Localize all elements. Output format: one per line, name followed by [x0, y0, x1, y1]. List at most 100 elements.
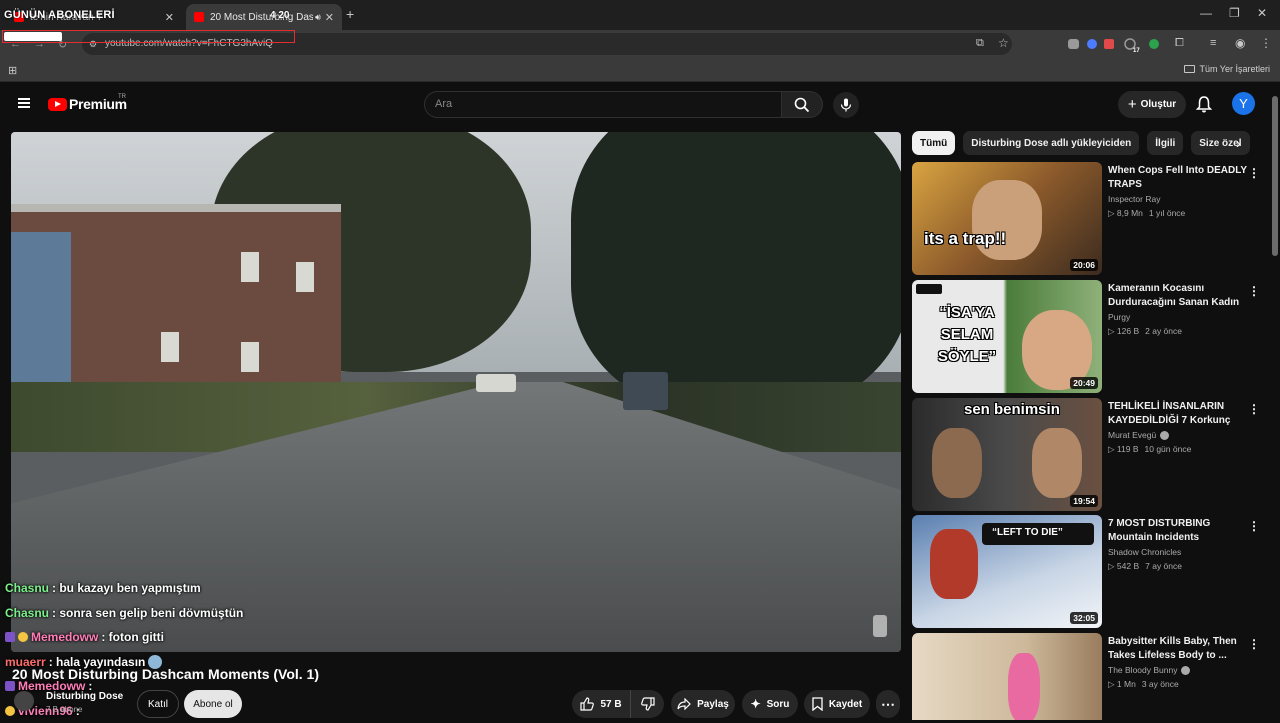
- browser-tab-strip: te'nin Karavan T ✕ 20 Most Disturbing Da…: [0, 0, 1280, 30]
- join-button[interactable]: Katıl: [137, 690, 179, 718]
- recommendation-meta: ▷ 8,9 Mn 1 yıl önce: [1108, 208, 1185, 219]
- all-bookmarks-button[interactable]: Tüm Yer İşaretleri: [1184, 64, 1270, 74]
- chat-text: : foton gitti: [101, 630, 164, 644]
- dislike-button[interactable]: [630, 690, 664, 718]
- recommendation-title[interactable]: Babysitter Kills Baby, Then Takes Lifele…: [1108, 635, 1248, 663]
- menu-icon[interactable]: [18, 98, 30, 108]
- recommendation-item[interactable]: sen benimsin 19:54 TEHLİKELİ İNSANLARIN …: [912, 398, 1260, 511]
- chat-username: Chasnu: [5, 581, 49, 595]
- chip-related[interactable]: İlgili: [1147, 131, 1183, 155]
- video-thumbnail[interactable]: [912, 633, 1102, 720]
- video-duration: 19:54: [1070, 495, 1098, 507]
- recommendation-item[interactable]: its a trap!! 20:06 When Cops Fell Into D…: [912, 162, 1260, 275]
- cast-icon[interactable]: ⧉: [976, 37, 984, 50]
- voice-search-button[interactable]: [833, 92, 859, 118]
- page-scrollbar[interactable]: [1272, 96, 1278, 256]
- channel-name: Purgy: [1108, 312, 1130, 322]
- stream-overlay-count: 4 20: [270, 10, 289, 21]
- search-input[interactable]: [435, 98, 755, 110]
- close-tab-icon[interactable]: ✕: [165, 11, 174, 24]
- video-thumbnail[interactable]: “İSA'YA SELAM SÖYLE” 20:49: [912, 280, 1102, 393]
- youtube-play-icon: [48, 98, 67, 111]
- filter-chips: Tümü Disturbing Dose adlı yükleyiciden İ…: [912, 131, 1250, 155]
- notifications-bell-icon[interactable]: [1196, 96, 1212, 113]
- video-thumbnail[interactable]: sen benimsin 19:54: [912, 398, 1102, 511]
- extension-icons[interactable]: [1068, 37, 1178, 51]
- more-options-icon[interactable]: ⋮: [1248, 637, 1260, 651]
- recommendation-meta: ▷ 126 B 2 ay önce: [1108, 326, 1182, 337]
- search-button[interactable]: [781, 91, 823, 118]
- building-window: [241, 342, 259, 372]
- browser-menu-icon[interactable]: ⋮: [1260, 36, 1272, 50]
- chevron-right-icon[interactable]: ›: [1236, 135, 1241, 151]
- media-control-icon[interactable]: ≡: [1210, 37, 1216, 49]
- speaker-icon[interactable]: 🔊︎: [315, 12, 321, 23]
- upload-age: 3 ay önce: [1142, 679, 1179, 690]
- recommendation-channel[interactable]: Murat Evegü: [1108, 430, 1169, 440]
- new-tab-icon[interactable]: +: [346, 6, 354, 22]
- more-options-icon[interactable]: ⋮: [1248, 284, 1260, 298]
- thumbs-up-icon: [580, 697, 594, 711]
- apps-grid-icon[interactable]: ⊞: [8, 64, 17, 77]
- search-icon: [794, 97, 810, 113]
- close-tab-icon[interactable]: ✕: [325, 11, 334, 24]
- youtube-favicon-icon: [194, 12, 204, 22]
- video-thumbnail[interactable]: its a trap!! 20:06: [912, 162, 1102, 275]
- video-thumbnail[interactable]: “LEFT TO DIE” 32:05: [912, 515, 1102, 628]
- extensions-puzzle-icon[interactable]: ⧠: [1175, 37, 1184, 50]
- subscribe-button[interactable]: Abone ol: [184, 690, 242, 718]
- upload-age: 2 ay önce: [1145, 326, 1182, 337]
- recommendation-channel[interactable]: Inspector Ray: [1108, 194, 1160, 204]
- view-count: ▷ 126 B: [1108, 326, 1139, 337]
- minimize-icon[interactable]: —: [1200, 6, 1212, 20]
- more-actions-button[interactable]: ⋯: [876, 690, 900, 718]
- more-options-icon[interactable]: ⋮: [1248, 519, 1260, 533]
- folder-icon: [1184, 65, 1195, 73]
- recommendation-item[interactable]: “LEFT TO DIE” 32:05 7 MOST DISTURBING Mo…: [912, 515, 1260, 628]
- chat-message: Chasnu : bu kazayı ben yapmıştım: [5, 576, 243, 601]
- close-window-icon[interactable]: ✕: [1257, 6, 1267, 20]
- browser-tab-dashcam[interactable]: 20 Most Disturbing Dashca 🔊︎ ✕: [186, 4, 342, 30]
- chip-from-uploader[interactable]: Disturbing Dose adlı yükleyiciden: [963, 131, 1139, 155]
- bookmark-icon: [812, 697, 823, 711]
- thumbnail-figure: [932, 428, 982, 498]
- more-options-icon[interactable]: ⋮: [1248, 402, 1260, 416]
- create-button[interactable]: + Oluştur: [1118, 91, 1186, 118]
- channel-name[interactable]: Disturbing Dose: [46, 691, 123, 702]
- stream-overlay-title: GÜNÜN ABONELERİ: [4, 9, 115, 21]
- ask-button[interactable]: ✦ Soru: [742, 690, 798, 718]
- recommendation-title[interactable]: When Cops Fell Into DEADLY TRAPS: [1108, 164, 1248, 192]
- thumbs-down-icon: [641, 697, 655, 711]
- restore-icon[interactable]: ❐: [1229, 6, 1240, 20]
- recommendation-title[interactable]: 7 MOST DISTURBING Mountain Incidents: [1108, 517, 1248, 545]
- video-title: 20 Most Disturbing Dashcam Moments (Vol.…: [12, 666, 319, 682]
- save-button[interactable]: Kaydet: [804, 690, 870, 718]
- channel-avatar[interactable]: [14, 691, 34, 711]
- profile-icon[interactable]: ◉: [1235, 36, 1245, 50]
- recommendation-meta: ▷ 1 Mn 3 ay önce: [1108, 679, 1179, 690]
- chat-username: Chasnu: [5, 606, 49, 620]
- recommendation-title[interactable]: TEHLİKELİ İNSANLARIN KAYDEDİLDİĞİ 7 Kork…: [1108, 400, 1248, 428]
- upload-age: 1 yıl önce: [1149, 208, 1185, 219]
- bookmark-star-icon[interactable]: ☆: [998, 36, 1009, 50]
- recommendation-title[interactable]: Kameranın Kocasını Durduracağını Sanan K…: [1108, 282, 1248, 310]
- view-count: ▷ 542 B: [1108, 561, 1139, 572]
- recommendation-channel[interactable]: The Bloody Bunny: [1108, 665, 1190, 675]
- youtube-header: Premium TR + Oluştur Y: [0, 82, 1280, 128]
- share-button[interactable]: Paylaş: [671, 690, 735, 718]
- recommendation-channel[interactable]: Purgy: [1108, 312, 1130, 322]
- account-avatar[interactable]: Y: [1232, 92, 1255, 115]
- youtube-logo[interactable]: Premium: [48, 96, 127, 112]
- more-options-icon[interactable]: ⋮: [1248, 166, 1260, 180]
- view-count: ▷ 8,9 Mn: [1108, 208, 1143, 219]
- recommendation-item[interactable]: “İSA'YA SELAM SÖYLE” 20:49 Kameranın Koc…: [912, 280, 1260, 393]
- channel-name: Inspector Ray: [1108, 194, 1160, 204]
- video-frame-car: [476, 374, 516, 392]
- like-button[interactable]: 57 B: [572, 690, 630, 718]
- chip-all[interactable]: Tümü: [912, 131, 955, 155]
- ask-label: Soru: [767, 699, 790, 710]
- recommendation-item[interactable]: Babysitter Kills Baby, Then Takes Lifele…: [912, 633, 1260, 720]
- channel-watermark-icon[interactable]: [873, 615, 887, 637]
- video-player[interactable]: [11, 132, 901, 652]
- recommendation-channel[interactable]: Shadow Chronicles: [1108, 547, 1181, 557]
